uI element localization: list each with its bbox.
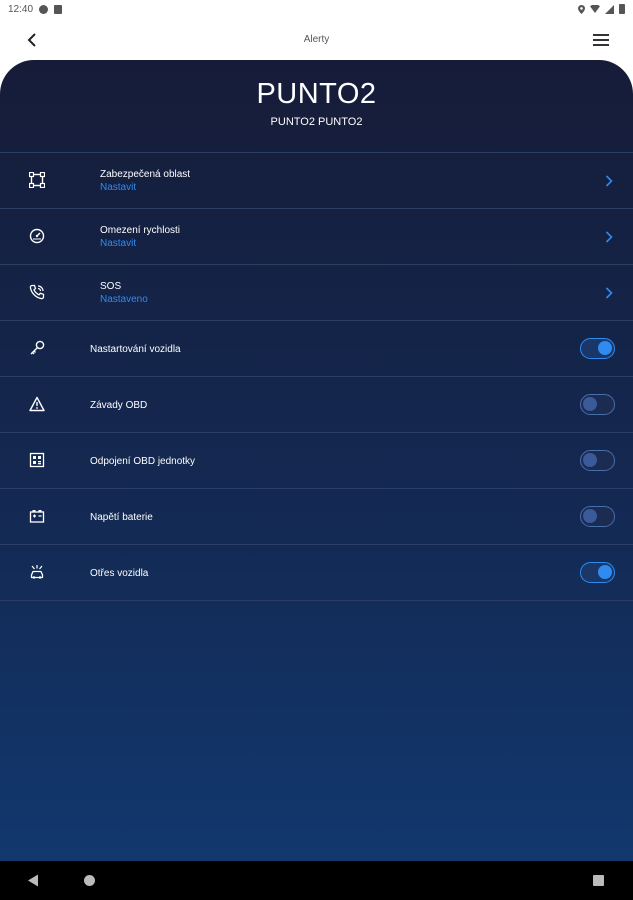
sd-card-icon [54,4,63,14]
alert-row-label: Závady OBD [90,400,148,411]
nav-recents-icon[interactable] [593,875,604,886]
system-nav-bar [0,861,633,900]
chevron-right-icon[interactable] [603,229,615,245]
alert-row-status: Nastavit [100,182,137,193]
toggle-knob [598,565,612,579]
alerts-panel: PUNTO2 PUNTO2 PUNTO2 Zabezpečená oblast … [0,60,633,861]
speedometer-icon [28,227,46,245]
alert-row-status: Nastaveno [100,294,148,305]
vehicle-subtitle: PUNTO2 PUNTO2 [270,116,363,128]
alert-row-vehicle-start: Nastartování vozidla [0,321,633,377]
alert-row-text: Zabezpečená oblast Nastavit [100,168,190,194]
back-button[interactable] [20,28,44,52]
alert-row-vehicle-shock: Otřes vozidla [0,545,633,601]
location-icon [578,4,585,14]
status-time: 12:40 [8,3,34,15]
alert-toggle-obd-disconnect[interactable] [580,450,615,471]
car-shake-icon [28,563,46,581]
alert-row-label: Zabezpečená oblast [100,169,191,180]
signal-icon [605,4,614,14]
alert-row-battery-voltage: Napětí baterie [0,489,633,545]
alert-row-label: Nastartování vozidla [90,344,181,355]
warning-triangle-icon [28,395,46,413]
toggle-knob [598,341,612,355]
chevron-right-icon[interactable] [603,173,615,189]
status-bar: 12:40 [0,0,633,18]
toggle-knob [583,397,597,411]
alert-toggle-vehicle-shock[interactable] [580,562,615,583]
toggle-knob [583,509,597,523]
chevron-left-icon [27,33,36,47]
key-icon [28,339,46,357]
alert-row-sos[interactable]: SOS Nastaveno [0,265,633,321]
alert-row-label: Otřes vozidla [90,568,149,579]
alert-row-label: Odpojení OBD jednotky [90,456,196,467]
phone-call-icon [28,283,46,301]
page-title: Alerty [303,33,330,45]
alert-row-text: SOS Nastaveno [100,280,148,306]
wifi-icon [590,5,600,13]
app-bar: Alerty [0,18,633,60]
alert-row-status: Nastavit [100,238,137,249]
menu-button[interactable] [589,28,613,52]
alert-toggle-battery-voltage[interactable] [580,506,615,527]
alert-row-speed-limit[interactable]: Omezení rychlosti Nastavit [0,209,633,265]
vehicle-header: PUNTO2 PUNTO2 PUNTO2 [0,60,633,152]
alert-row-secured-area[interactable]: Zabezpečená oblast Nastavit [0,153,633,209]
hamburger-menu-icon [593,34,609,46]
chevron-right-icon[interactable] [603,285,615,301]
alert-row-obd-faults: Závady OBD [0,377,633,433]
alert-toggle-vehicle-start[interactable] [580,338,615,359]
alert-row-label: Omezení rychlosti [100,225,181,236]
battery-icon [28,507,46,525]
nav-home-icon[interactable] [84,875,95,886]
alert-row-text: Omezení rychlosti Nastavit [100,224,180,250]
battery-status-icon [619,4,625,14]
vehicle-name: PUNTO2 [256,78,377,110]
toggle-knob [583,453,597,467]
app-notification-icon [39,4,49,14]
alert-toggle-obd-faults[interactable] [580,394,615,415]
alerts-list: Zabezpečená oblast Nastavit Omezení rych… [0,152,633,601]
alert-row-label: SOS [100,281,122,292]
obd-unit-icon [28,451,46,469]
alert-row-label: Napětí baterie [90,512,153,523]
area-frame-icon [28,171,46,189]
alert-row-obd-disconnect: Odpojení OBD jednotky [0,433,633,489]
nav-back-icon[interactable] [27,874,39,887]
